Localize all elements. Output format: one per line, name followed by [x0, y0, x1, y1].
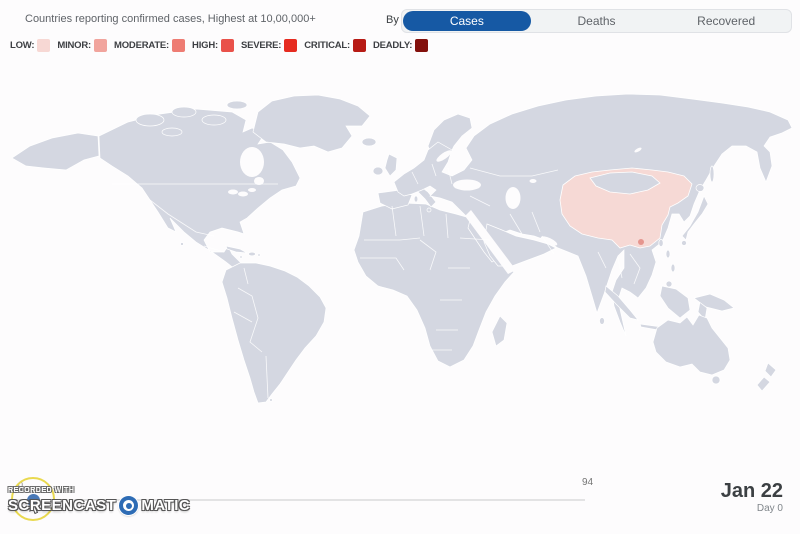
watermark-matic: MATIC	[141, 497, 190, 514]
page-title: Countries reporting confirmed cases, Hig…	[25, 13, 316, 25]
tab-deaths[interactable]: Deaths	[533, 11, 661, 31]
hotspot-hainan[interactable]	[638, 239, 644, 245]
landmass-ireland	[373, 167, 383, 175]
landmass-sakhalin	[710, 166, 714, 182]
metric-tabbar: Cases Deaths Recovered	[401, 9, 792, 33]
landmass-new-zealand	[765, 363, 776, 377]
legend-item-severe: SEVERE:	[241, 39, 297, 52]
timeline-end-label: 94	[582, 477, 593, 488]
legend-swatch-severe	[284, 39, 297, 52]
watermark-recorded-with: RECORDED WITH	[8, 487, 190, 494]
landmass-uk	[385, 154, 397, 176]
landmass-tasmania	[712, 376, 720, 384]
legend-item-critical: CRITICAL:	[304, 39, 366, 52]
legend-swatch-minor	[94, 39, 107, 52]
app-window: Countries reporting confirmed cases, Hig…	[0, 0, 800, 534]
legend-swatch-low	[37, 39, 50, 52]
map-countries[interactable]	[12, 94, 792, 403]
legend-item-minor: MINOR:	[57, 39, 107, 52]
landmass-hokkaido	[696, 185, 704, 192]
current-date: Jan 22	[721, 481, 783, 501]
legend-swatch-deadly	[415, 39, 428, 52]
world-map	[0, 0, 800, 534]
legend-swatch-moderate	[172, 39, 185, 52]
legend-item-high: HIGH:	[192, 39, 234, 52]
tab-cases[interactable]: Cases	[403, 11, 531, 31]
legend-item-low: LOW:	[10, 39, 50, 52]
legend-swatch-critical	[353, 39, 366, 52]
watermark-screencast: SCREENCAST	[8, 497, 116, 514]
landmass-taiwan	[659, 239, 663, 246]
landmass-australia	[653, 315, 730, 375]
current-day: Day 0	[721, 503, 783, 514]
legend-item-deadly: DEADLY:	[373, 39, 428, 52]
screencast-watermark: RECORDED WITH SCREENCAST MATIC	[8, 487, 190, 515]
landmass-borneo	[660, 286, 690, 318]
legend-swatch-high	[221, 39, 234, 52]
severity-legend: LOW: MINOR: MODERATE: HIGH: SEVERE: CRIT…	[10, 39, 435, 52]
landmass-madagascar	[492, 316, 507, 346]
landmass-iceland	[362, 138, 376, 146]
legend-item-moderate: MODERATE:	[114, 39, 185, 52]
by-label: By	[386, 14, 399, 26]
landmass-alaska	[12, 133, 99, 170]
tab-recovered[interactable]: Recovered	[662, 11, 790, 31]
landmass-sri-lanka	[600, 318, 605, 325]
screencast-o-matic-logo-icon	[119, 496, 138, 515]
landmass-south-america	[222, 263, 326, 403]
date-display: Jan 22 Day 0	[721, 481, 783, 514]
